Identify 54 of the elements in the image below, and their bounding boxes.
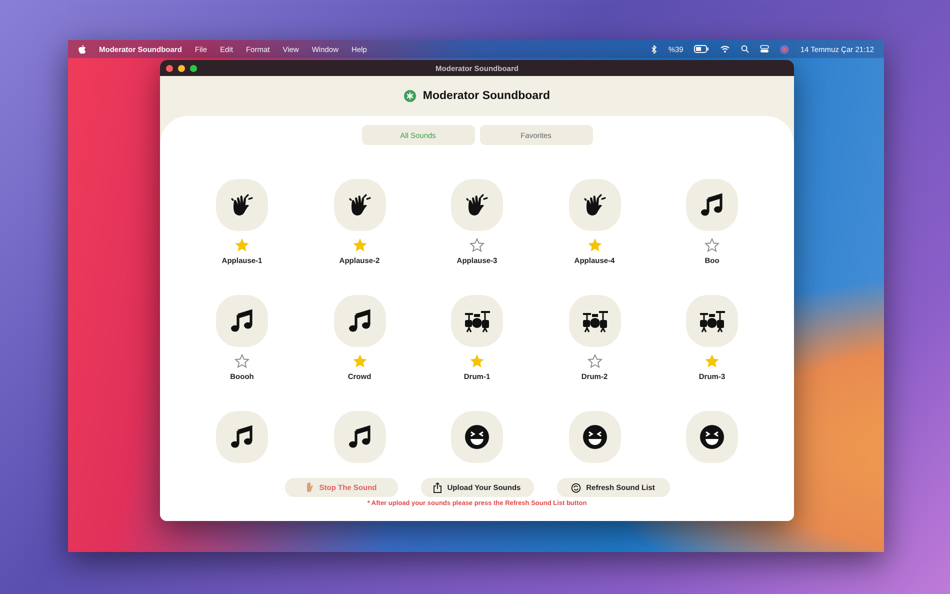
music-note-icon (346, 308, 372, 334)
sound-pad[interactable] (451, 295, 503, 347)
filled-star-icon[interactable] (352, 353, 368, 369)
outline-star-icon[interactable] (704, 237, 720, 253)
sound-pad[interactable] (451, 179, 503, 231)
music-note-icon (346, 424, 372, 450)
laughing-face-icon (582, 424, 608, 450)
minimize-button[interactable] (178, 64, 185, 72)
sound-pad[interactable] (568, 179, 620, 231)
share-icon (433, 482, 442, 493)
hand-icon (305, 482, 314, 493)
sound-pad[interactable] (451, 411, 503, 463)
search-icon[interactable] (741, 45, 750, 53)
filled-star-icon[interactable] (234, 237, 250, 253)
sound-pad[interactable] (216, 295, 268, 347)
filled-star-icon[interactable] (704, 353, 720, 369)
laughing-face-icon (699, 424, 725, 450)
app-title: Moderator Soundboard (422, 90, 550, 102)
filled-star-icon[interactable] (469, 353, 485, 369)
sound-pad[interactable] (686, 179, 738, 231)
sound-pad[interactable] (686, 295, 738, 347)
drum-kit-icon (463, 308, 491, 334)
zoom-button[interactable] (190, 64, 197, 72)
close-button[interactable] (166, 64, 173, 72)
outline-star-icon[interactable] (586, 353, 602, 369)
drum-kit-icon (698, 308, 726, 334)
outline-star-icon[interactable] (234, 353, 250, 369)
music-note-icon (699, 192, 725, 218)
battery-icon[interactable] (694, 45, 710, 53)
sound-pad[interactable] (334, 179, 386, 231)
outline-star-icon[interactable] (469, 237, 485, 253)
sound-pad[interactable] (686, 411, 738, 463)
clapping-hands-icon (464, 192, 490, 218)
sound-pad[interactable] (334, 411, 386, 463)
music-note-icon (229, 424, 255, 450)
laughing-face-icon (464, 424, 490, 450)
sound-pad[interactable] (334, 295, 386, 347)
sound-pad[interactable] (568, 295, 620, 347)
sound-pad[interactable] (216, 411, 268, 463)
filled-star-icon[interactable] (586, 237, 602, 253)
app-logo-icon (404, 90, 416, 102)
drum-kit-icon (580, 308, 608, 334)
bluetooth-icon[interactable] (651, 44, 658, 54)
refresh-icon (571, 482, 582, 492)
clapping-hands-icon (346, 192, 372, 218)
filled-star-icon[interactable] (352, 237, 368, 253)
clapping-hands-icon (229, 192, 255, 218)
control-center-icon[interactable] (760, 45, 770, 53)
sound-pad[interactable] (216, 179, 268, 231)
clapping-hands-icon (582, 192, 608, 218)
apple-logo-icon[interactable] (78, 44, 86, 54)
music-note-icon (229, 308, 255, 334)
sound-pad[interactable] (568, 411, 620, 463)
wifi-icon[interactable] (720, 45, 730, 53)
